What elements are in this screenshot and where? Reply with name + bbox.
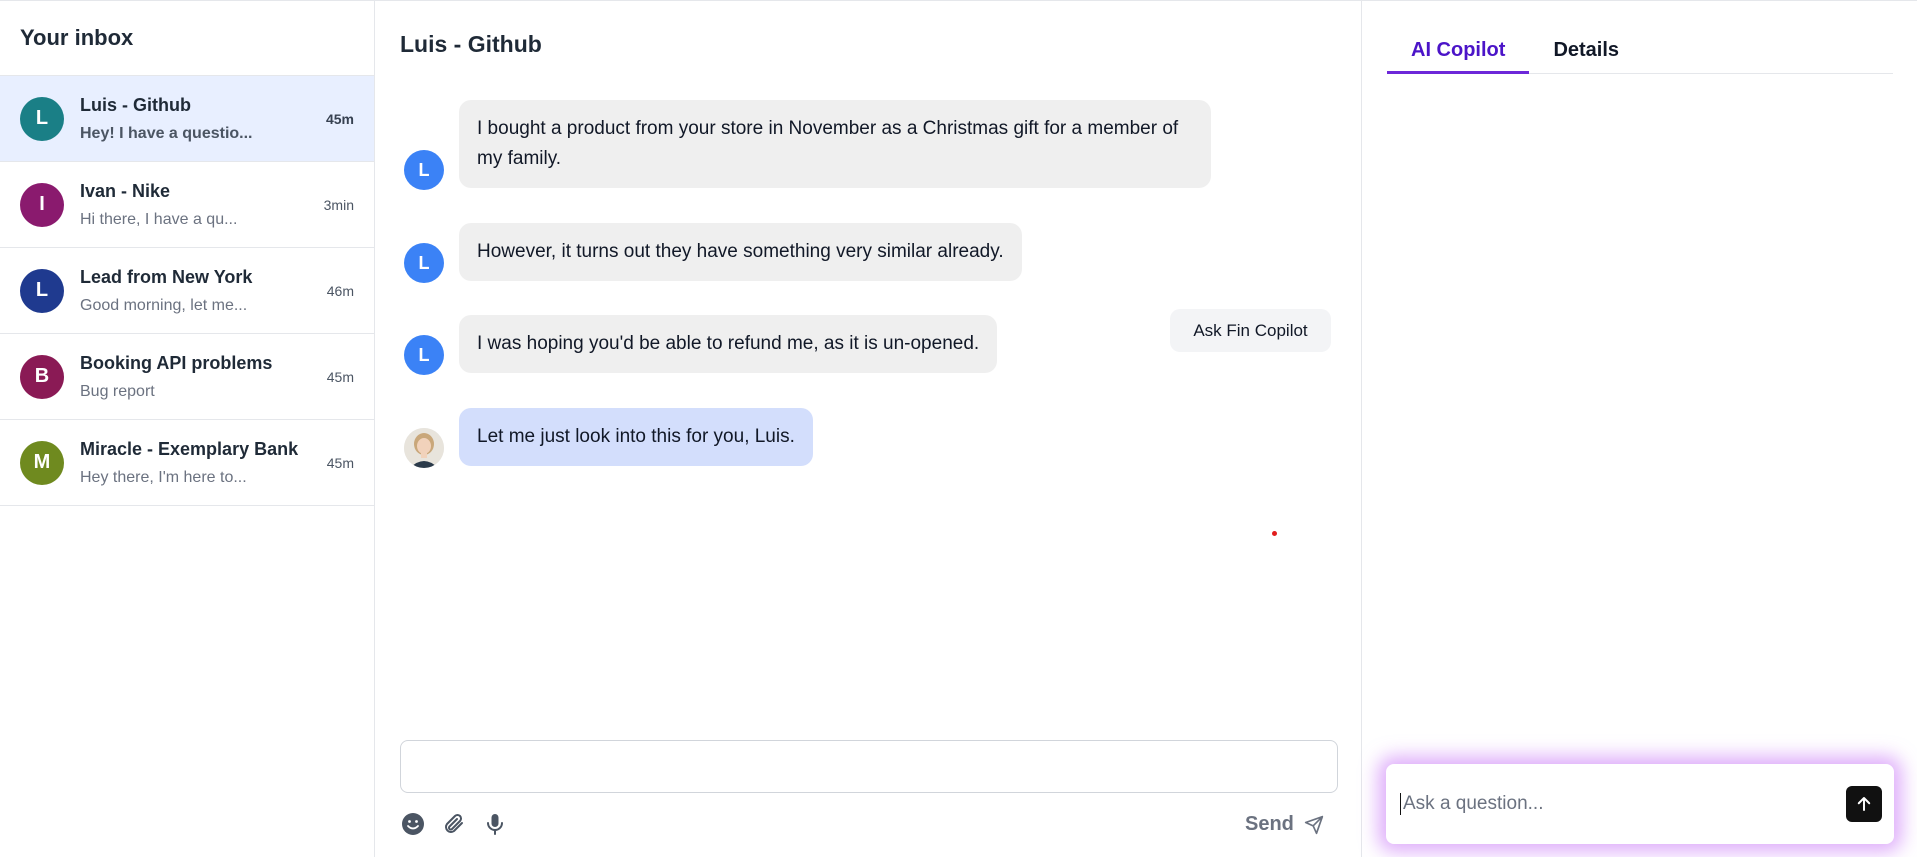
avatar: I bbox=[20, 182, 64, 227]
message-bubble-agent: Let me just look into this for you, Luis… bbox=[459, 408, 813, 466]
conversation-text: Lead from New York Good morning, let me.… bbox=[80, 267, 319, 315]
avatar: L bbox=[404, 150, 444, 190]
copilot-submit-button[interactable] bbox=[1846, 786, 1882, 822]
conversation-time: 46m bbox=[326, 282, 354, 299]
copilot-tabs: AI Copilot Details bbox=[1387, 29, 1893, 74]
agent-photo-icon bbox=[404, 428, 444, 468]
agent-avatar bbox=[404, 428, 444, 468]
ask-fin-copilot-button[interactable]: Ask Fin Copilot bbox=[1170, 309, 1331, 352]
message-row: L I bought a product from your store in … bbox=[404, 100, 1211, 190]
message-composer-input[interactable] bbox=[400, 740, 1338, 793]
microphone-icon[interactable] bbox=[482, 811, 507, 836]
inbox-header: Your inbox bbox=[0, 1, 374, 76]
conversation-text: Miracle - Exemplary Bank Hey there, I'm … bbox=[80, 439, 319, 487]
inbox-panel: Your inbox L Luis - Github Hey! I have a… bbox=[0, 1, 375, 857]
message-bubble: I bought a product from your store in No… bbox=[459, 100, 1211, 188]
conversation-preview: Bug report bbox=[80, 382, 155, 400]
message-bubble: I was hoping you'd be able to refund me,… bbox=[459, 315, 998, 373]
conversation-text: Booking API problems Bug report bbox=[80, 353, 319, 401]
send-label: Send bbox=[1245, 813, 1294, 835]
conversation-name: Booking API problems bbox=[80, 352, 273, 373]
conversation-name: Miracle - Exemplary Bank bbox=[80, 438, 299, 459]
conversation-time: 45m bbox=[326, 454, 354, 471]
conversation-time: 45m bbox=[326, 368, 354, 385]
app: Your inbox L Luis - Github Hey! I have a… bbox=[0, 0, 1917, 857]
avatar: B bbox=[20, 354, 64, 399]
send-icon bbox=[1304, 815, 1324, 834]
inbox-title: Your inbox bbox=[20, 25, 134, 50]
copilot-panel: AI Copilot Details bbox=[1362, 1, 1917, 857]
copilot-ask-box bbox=[1386, 764, 1894, 844]
arrow-up-icon bbox=[1857, 797, 1871, 811]
composer-tools bbox=[400, 811, 507, 836]
conversation-name: Ivan - Nike bbox=[80, 180, 171, 201]
avatar: M bbox=[20, 440, 64, 485]
message-row: L However, it turns out they have someth… bbox=[404, 223, 1022, 283]
conversation-item-luis[interactable]: L Luis - Github Hey! I have a questio...… bbox=[0, 76, 374, 162]
cursor-dot bbox=[1272, 531, 1277, 536]
chat-title: Luis - Github bbox=[400, 31, 542, 57]
conversation-item-ivan[interactable]: I Ivan - Nike Hi there, I have a qu... 3… bbox=[0, 162, 374, 248]
conversation-item-booking-api[interactable]: B Booking API problems Bug report 45m bbox=[0, 334, 374, 420]
message-row-agent: Let me just look into this for you, Luis… bbox=[404, 408, 813, 468]
conversation-time: 45m bbox=[325, 110, 354, 127]
conversation-preview: Hi there, I have a qu... bbox=[80, 210, 238, 228]
avatar: L bbox=[20, 268, 64, 313]
avatar: L bbox=[20, 96, 64, 141]
avatar: L bbox=[404, 243, 444, 283]
send-button[interactable]: Send bbox=[1245, 813, 1324, 836]
message-row: L I was hoping you'd be able to refund m… bbox=[404, 315, 998, 375]
conversation-text: Ivan - Nike Hi there, I have a qu... bbox=[80, 181, 316, 229]
chat-panel: Luis - Github L I bought a product from … bbox=[375, 1, 1362, 857]
tab-details[interactable]: Details bbox=[1529, 29, 1643, 74]
conversation-time: 3min bbox=[323, 196, 354, 213]
conversation-preview: Hey there, I'm here to... bbox=[80, 468, 247, 486]
tab-ai-copilot[interactable]: AI Copilot bbox=[1387, 29, 1530, 74]
paperclip-icon[interactable] bbox=[441, 811, 466, 836]
message-bubble: However, it turns out they have somethin… bbox=[459, 223, 1022, 281]
conversation-name: Lead from New York bbox=[80, 266, 253, 287]
conversation-preview: Hey! I have a questio... bbox=[80, 124, 253, 142]
conversation-preview: Good morning, let me... bbox=[80, 296, 248, 314]
conversation-name: Luis - Github bbox=[80, 94, 191, 115]
avatar: L bbox=[404, 335, 444, 375]
copilot-question-input[interactable] bbox=[1400, 793, 1846, 815]
emoji-icon[interactable] bbox=[400, 811, 425, 836]
conversation-item-miracle[interactable]: M Miracle - Exemplary Bank Hey there, I'… bbox=[0, 420, 374, 506]
conversation-text: Luis - Github Hey! I have a questio... bbox=[80, 95, 318, 143]
conversation-item-lead-new-york[interactable]: L Lead from New York Good morning, let m… bbox=[0, 248, 374, 334]
